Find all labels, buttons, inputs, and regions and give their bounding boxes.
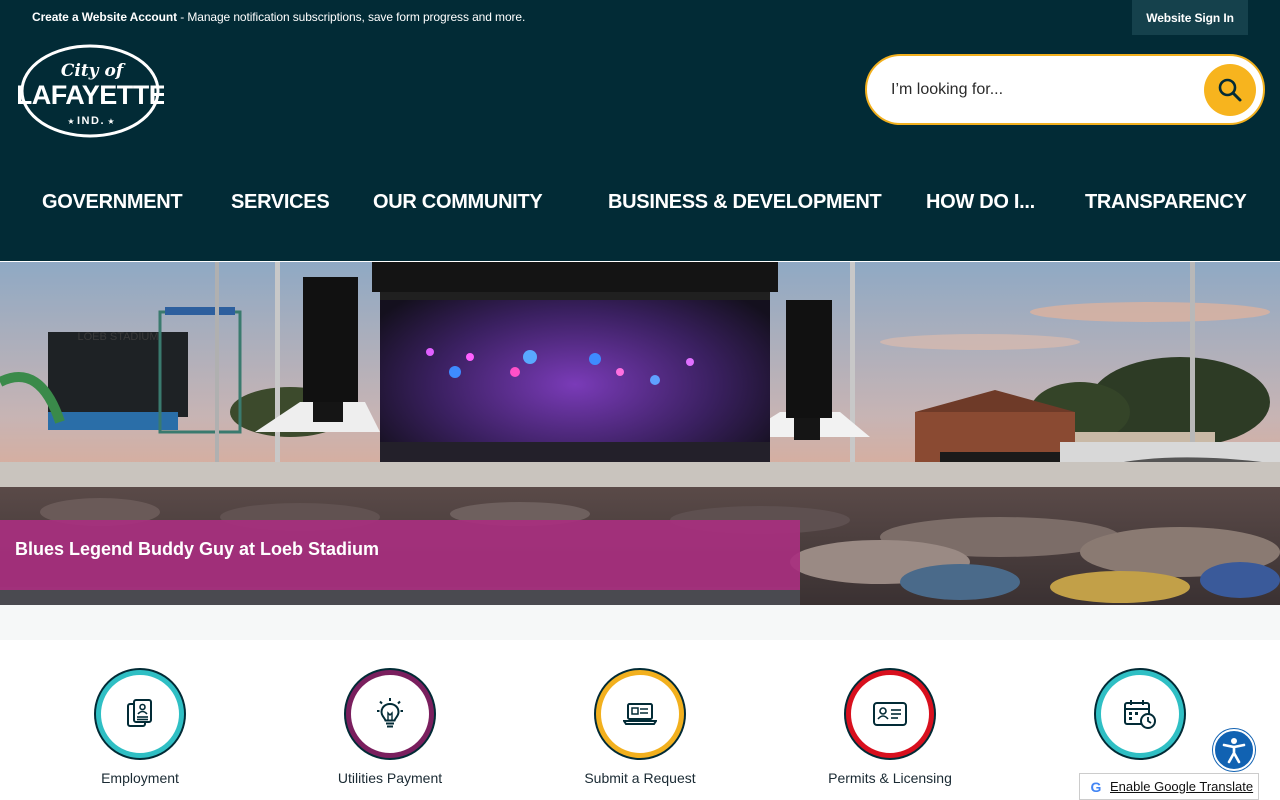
hero-scoreboard-text: LOEB STADIUM xyxy=(77,331,158,343)
quick-link-circle xyxy=(846,670,934,758)
city-logo[interactable]: City of LAFAYETTE IND. ★ ★ xyxy=(18,42,164,140)
account-message-text: - Manage notification subscriptions, sav… xyxy=(176,10,526,24)
quick-link-circle xyxy=(346,670,434,758)
logo-line-3: IND. xyxy=(77,115,105,127)
hero-caption-title: Blues Legend Buddy Guy at Loeb Stadium xyxy=(15,539,380,559)
quick-link-submit-request[interactable]: Submit a Request xyxy=(550,670,730,800)
hero-caption[interactable]: Blues Legend Buddy Guy at Loeb Stadium xyxy=(0,520,800,590)
nav-services[interactable]: SERVICES xyxy=(231,191,330,214)
search-button[interactable] xyxy=(1204,64,1256,116)
logo-line-1: City of xyxy=(61,61,126,81)
accessibility-button[interactable] xyxy=(1213,729,1255,771)
hero-speaker-right xyxy=(786,300,832,418)
quick-link-label: Permits & Licensing xyxy=(828,770,952,786)
hero-scoreboard xyxy=(48,332,188,417)
quick-link-permits-licensing[interactable]: Permits & Licensing xyxy=(800,670,980,800)
sign-in-button[interactable]: Website Sign In xyxy=(1132,0,1248,35)
create-account-link[interactable]: Create a Website Account xyxy=(32,10,177,24)
nav-business-development[interactable]: BUSINESS & DEVELOPMENT xyxy=(608,191,882,214)
quick-link-label: Employment xyxy=(101,770,179,786)
search-box xyxy=(865,54,1265,125)
logo-star-left: ★ xyxy=(67,117,74,126)
nav-how-do-i[interactable]: HOW DO I... xyxy=(926,191,1035,214)
accessibility-icon xyxy=(1222,738,1246,764)
id-card-icon xyxy=(873,702,907,726)
account-message: Create a Website Account - Manage notifi… xyxy=(32,10,525,24)
nav-transparency[interactable]: TRANSPARENCY xyxy=(1085,191,1247,214)
hero-speaker-left xyxy=(303,277,358,402)
search-icon xyxy=(1218,78,1242,102)
google-translate-widget[interactable]: G Enable Google Translate xyxy=(1079,773,1259,800)
nav-government[interactable]: GOVERNMENT xyxy=(42,191,183,214)
lightbulb-icon xyxy=(377,698,403,728)
logo-line-2: LAFAYETTE xyxy=(18,80,164,110)
hero-bottom-edge xyxy=(0,605,1280,640)
nav-our-community[interactable]: OUR COMMUNITY xyxy=(373,191,543,214)
quick-link-label: Submit a Request xyxy=(584,770,696,786)
google-icon: G xyxy=(1088,778,1104,795)
hero-slideshow[interactable]: LOEB STADIUM Blues Legend Buddy Guy at L… xyxy=(0,262,1280,605)
quick-link-circle xyxy=(96,670,184,758)
svg-text:G: G xyxy=(1091,779,1102,795)
translate-label[interactable]: Enable Google Translate xyxy=(1110,779,1253,794)
quick-link-utilities-payment[interactable]: Utilities Payment xyxy=(300,670,480,800)
quick-link-circle xyxy=(1096,670,1184,758)
quick-link-employment[interactable]: Employment xyxy=(50,670,230,800)
laptop-icon xyxy=(623,703,657,725)
site-header: City of LAFAYETTE IND. ★ ★ GOVERNMENT SE… xyxy=(0,36,1280,261)
search-input[interactable] xyxy=(891,74,1191,106)
quick-link-label: Utilities Payment xyxy=(337,770,443,786)
documents-icon xyxy=(127,699,152,727)
quick-link-circle xyxy=(596,670,684,758)
top-utility-bar: Create a Website Account - Manage notifi… xyxy=(0,0,1280,36)
calendar-icon xyxy=(1124,700,1156,729)
logo-star-right: ★ xyxy=(107,117,114,126)
